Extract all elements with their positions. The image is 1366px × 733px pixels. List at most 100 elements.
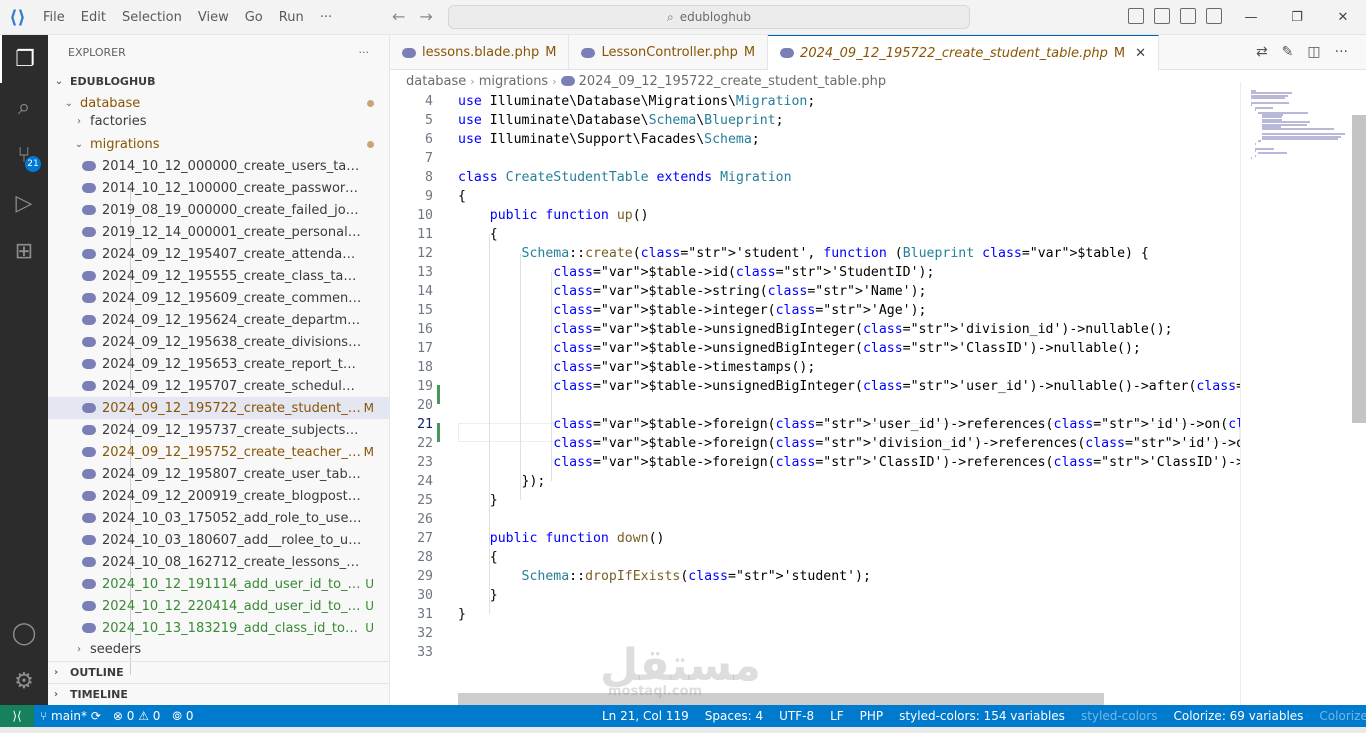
line-number: 28 — [417, 550, 433, 565]
line-number: 14 — [417, 284, 433, 299]
account-icon[interactable]: ◯ — [0, 609, 48, 657]
split-editor-icon[interactable]: ◫ — [1307, 44, 1320, 60]
indentation[interactable]: Spaces: 4 — [699, 709, 769, 723]
menu-edit[interactable]: Edit — [73, 10, 114, 25]
minimap[interactable] — [1240, 82, 1352, 705]
migration-file-item[interactable]: 2024_09_12_195752_create_teacher_table.p… — [48, 441, 390, 463]
restore-button[interactable]: ❐ — [1274, 0, 1320, 35]
command-center-search[interactable]: ⌕ edubloghub — [448, 5, 970, 29]
horizontal-scrollbar[interactable] — [458, 693, 1104, 705]
more-actions-icon[interactable]: ··· — [1335, 44, 1348, 60]
source-control-icon[interactable]: ⑂ 21 — [0, 131, 48, 179]
migration-file-item[interactable]: 2024_09_12_195624_create_departments_tab… — [48, 309, 390, 331]
color-palette-icon[interactable]: ✎ — [1282, 44, 1294, 60]
colorize-toggle[interactable]: Colorize — [1313, 709, 1366, 723]
menu-file[interactable]: File — [35, 10, 73, 25]
toggle-panel-icon[interactable] — [1154, 8, 1170, 24]
code-text: public function down() — [489, 531, 665, 546]
migration-file-item[interactable]: 2024_10_12_191114_add_user_id_to_studen.… — [48, 573, 390, 595]
more-actions-icon[interactable]: ··· — [359, 46, 370, 59]
migration-file-item[interactable]: 2019_08_19_000000_create_failed_jobs_tab… — [48, 199, 390, 221]
open-changes-icon[interactable]: ⇄ — [1256, 44, 1268, 60]
styled-colors-count[interactable]: styled-colors: 154 variables — [893, 709, 1071, 723]
vertical-scrollbar[interactable] — [1352, 115, 1366, 423]
code-line: 12 Schema::create(class="str">'student',… — [390, 244, 1240, 263]
migration-file-item[interactable]: 2024_09_12_195722_create_student_table.p… — [48, 397, 390, 419]
problems-indicator[interactable]: ⊗ 0 ⚠ 0 — [107, 709, 167, 723]
breadcrumb-file[interactable]: 2024_09_12_195722_create_student_table.p… — [579, 74, 887, 89]
styled-colors-toggle[interactable]: styled-colors — [1075, 709, 1164, 723]
gear-icon[interactable]: ⚙ — [0, 657, 48, 705]
php-file-icon — [82, 601, 96, 611]
explorer-icon[interactable]: ❐ — [0, 35, 48, 83]
minimap-line — [1251, 97, 1286, 100]
migration-file-item[interactable]: 2014_10_12_100000_create_password_resets… — [48, 177, 390, 199]
migration-file-item[interactable]: 2024_09_12_200919_create_blogpost_table.… — [48, 485, 390, 507]
menu-more[interactable]: ··· — [312, 10, 340, 25]
breadcrumb-database[interactable]: database — [406, 74, 466, 89]
search-icon[interactable]: ⌕ — [0, 83, 48, 131]
folder-factories[interactable]: › factories — [48, 110, 390, 132]
customize-layout-icon[interactable] — [1206, 8, 1222, 24]
code-editor[interactable]: 1<?php4use Illuminate\Database\Migration… — [390, 82, 1240, 705]
menu-view[interactable]: View — [190, 10, 237, 25]
migration-file-item[interactable]: 2024_10_03_175052_add_role_to_users_tabl… — [48, 507, 390, 529]
colorize-count[interactable]: Colorize: 69 variables — [1167, 709, 1309, 723]
close-button[interactable]: ✕ — [1320, 0, 1366, 35]
migration-file-item[interactable]: 2024_09_12_195807_create_user_table.php — [48, 463, 390, 485]
tab-create-student-table[interactable]: 2024_09_12_195722_create_student_table.p… — [768, 35, 1160, 70]
migration-file-item[interactable]: 2024_09_12_195707_create_schedule_table.… — [48, 375, 390, 397]
cursor-position[interactable]: Ln 21, Col 119 — [596, 709, 695, 723]
menu-go[interactable]: Go — [237, 10, 271, 25]
php-file-icon — [560, 76, 575, 86]
tree-root[interactable]: ⌄ EDUBLOGHUB — [48, 70, 390, 92]
tab-lessons-blade[interactable]: lessons.blade.php M — [390, 35, 570, 70]
menu-selection[interactable]: Selection — [114, 10, 190, 25]
minimap-line — [1254, 150, 1256, 152]
line-number: 23 — [417, 455, 433, 470]
migration-file-item[interactable]: 2019_12_14_000001_create_personal_access… — [48, 221, 390, 243]
migration-file-item[interactable]: 2024_09_12_195638_create_divisions_table… — [48, 331, 390, 353]
migration-file-item[interactable]: 2024_09_12_195555_create_class_table.php — [48, 265, 390, 287]
remote-indicator-icon[interactable]: ⟩⟨ — [0, 705, 34, 727]
vscode-logo-icon: ⟨⟩ — [9, 6, 26, 28]
modified-dot — [367, 99, 374, 107]
branch-indicator[interactable]: ⑂ main* ⟳ — [34, 709, 107, 723]
language-mode[interactable]: PHP — [854, 709, 890, 723]
ports-indicator[interactable]: ⦾ 0 — [166, 709, 199, 724]
encoding[interactable]: UTF-8 — [773, 709, 820, 723]
migration-file-item[interactable]: 2024_09_12_195609_create_comment_table.p… — [48, 287, 390, 309]
php-file-icon — [581, 47, 596, 58]
close-tab-icon[interactable]: ✕ — [1135, 46, 1146, 61]
menu-run[interactable]: Run — [271, 10, 312, 25]
back-arrow-icon[interactable]: ← — [392, 7, 405, 26]
code-line: 13 class="var">$table->id(class="str">'S… — [390, 263, 1240, 282]
migration-file-item[interactable]: 2024_09_12_195407_create_attendance_tabl… — [48, 243, 390, 265]
extensions-icon[interactable]: ⊞ — [0, 227, 48, 275]
code-text: class="var">$table->foreign(class="str">… — [553, 455, 1240, 470]
migration-file-item[interactable]: 2014_10_12_000000_create_users_table.php — [48, 155, 390, 177]
forward-arrow-icon[interactable]: → — [419, 7, 432, 26]
toggle-sidebar-icon[interactable] — [1128, 8, 1144, 24]
migration-file-item[interactable]: 2024_10_13_183219_add_class_id_to_sched.… — [48, 617, 390, 639]
run-debug-icon[interactable]: ▷ — [0, 179, 48, 227]
folder-migrations[interactable]: ⌄ migrations — [48, 133, 390, 155]
toggle-secondary-sidebar-icon[interactable] — [1180, 8, 1196, 24]
migration-file-item[interactable]: 2024_10_12_220414_add_user_id_to_teacher… — [48, 595, 390, 617]
timeline-section[interactable]: › TIMELINE — [48, 683, 390, 705]
minimize-button[interactable]: — — [1228, 0, 1274, 35]
code-text: { — [458, 189, 466, 204]
migration-file-item[interactable]: 2024_10_03_180607_add__rolee_to_users_ta… — [48, 529, 390, 551]
tab-lesson-controller[interactable]: LessonController.php M — [569, 35, 769, 70]
breadcrumb-migrations[interactable]: migrations — [479, 74, 549, 89]
migration-file-item[interactable]: 2024_10_08_162712_create_lessons_table.p… — [48, 551, 390, 573]
chevron-down-icon: ⌄ — [64, 97, 74, 109]
folder-seeders[interactable]: › seeders — [48, 638, 390, 660]
line-number: 9 — [425, 189, 433, 204]
migration-file-item[interactable]: 2024_09_12_195737_create_subjects_table.… — [48, 419, 390, 441]
migration-file-item[interactable]: 2024_09_12_195653_create_report_table.ph… — [48, 353, 390, 375]
code-text: } — [458, 607, 466, 622]
activity-bar: ❐ ⌕ ⑂ 21 ▷ ⊞ ◯ ⚙ — [0, 35, 48, 705]
outline-section[interactable]: › OUTLINE — [48, 661, 390, 683]
end-of-line[interactable]: LF — [824, 709, 850, 723]
